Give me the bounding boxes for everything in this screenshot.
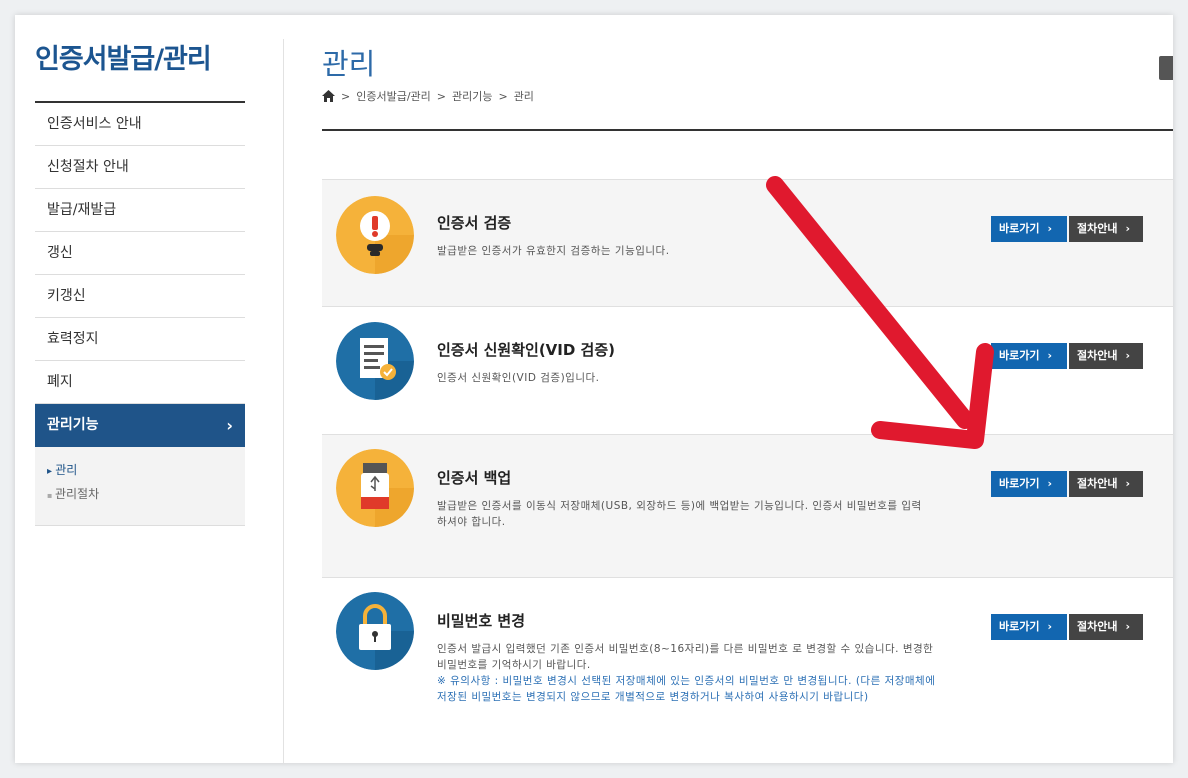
chevron-right-icon: › (1047, 222, 1053, 235)
procedure-button-label: 절차안내 (1077, 349, 1118, 362)
procedure-button-label: 절차안내 (1077, 477, 1118, 490)
breadcrumb-item[interactable]: 인증서발급/관리 (356, 88, 431, 104)
card-vid: 인증서 신원확인(VID 검증) 인증서 신원확인(VID 검증)입니다. 바로… (322, 306, 1173, 434)
card-buttons: 바로가기 › 절차안내 › (991, 343, 1143, 369)
breadcrumb-item[interactable]: 관리기능 (452, 88, 492, 104)
page-frame: 인증서발급/관리 인증서비스 안내 신청절차 안내 발급/재발급 갱신 키갱신 … (15, 15, 1173, 763)
card-body: 인증서 신원확인(VID 검증) 인증서 신원확인(VID 검증)입니다. (437, 339, 937, 386)
card-buttons: 바로가기 › 절차안내 › (991, 614, 1143, 640)
breadcrumb: > 인증서발급/관리 > 관리기능 > 관리 (322, 88, 534, 104)
card-desc: 인증서 발급시 입력했던 기존 인증서 비밀번호(8~16자리)를 다른 비밀번… (437, 643, 934, 671)
chevron-right-icon: › (226, 416, 233, 435)
chevron-right-icon: › (1047, 477, 1053, 490)
chevron-right-icon: › (1047, 349, 1053, 362)
card-password: 비밀번호 변경 인증서 발급시 입력했던 기존 인증서 비밀번호(8~16자리)… (322, 577, 1173, 748)
go-button[interactable]: 바로가기 › (991, 343, 1067, 369)
breadcrumb-sep: > (436, 89, 446, 103)
card-title: 인증서 신원확인(VID 검증) (437, 341, 615, 359)
chevron-right-icon: › (1125, 620, 1131, 633)
function-list: 인증서 검증 발급받은 인증서가 유효한지 검증하는 기능입니다. 바로가기 › … (322, 179, 1173, 748)
card-title: 인증서 검증 (437, 214, 512, 232)
sidebar-item-service-guide[interactable]: 인증서비스 안내 (35, 103, 245, 146)
card-body: 인증서 백업 발급받은 인증서를 이동식 저장매체(USB, 외장하드 등)에 … (437, 467, 937, 530)
sidebar: 인증서발급/관리 인증서비스 안내 신청절차 안내 발급/재발급 갱신 키갱신 … (35, 15, 245, 526)
card-note: ※ 유의사항 : 비밀번호 변경시 선택된 저장매체에 있는 인증서의 비밀번호… (437, 675, 936, 703)
home-icon[interactable] (322, 90, 335, 102)
usb-icon (336, 449, 414, 527)
lock-icon (336, 592, 414, 670)
procedure-button[interactable]: 절차안내 › (1069, 614, 1143, 640)
chevron-right-icon: › (1125, 349, 1131, 362)
breadcrumb-sep: > (498, 89, 508, 103)
card-buttons: 바로가기 › 절차안내 › (991, 471, 1143, 497)
card-title: 비밀번호 변경 (437, 612, 526, 630)
go-button-label: 바로가기 (999, 620, 1040, 633)
alert-icon (336, 196, 414, 274)
sidebar-item-renew[interactable]: 갱신 (35, 232, 245, 275)
procedure-button[interactable]: 절차안내 › (1069, 471, 1143, 497)
sidebar-item-key-renew[interactable]: 키갱신 (35, 275, 245, 318)
procedure-button-label: 절차안내 (1077, 620, 1118, 633)
submenu-item-manage-procedure[interactable]: 관리절차 (47, 483, 233, 507)
page-title: 관리 (322, 47, 376, 81)
card-verify: 인증서 검증 발급받은 인증서가 유효한지 검증하는 기능입니다. 바로가기 › … (322, 179, 1173, 306)
card-body: 비밀번호 변경 인증서 발급시 입력했던 기존 인증서 비밀번호(8~16자리)… (437, 610, 937, 705)
submenu-item-manage[interactable]: 관리 (47, 459, 233, 483)
card-desc: 발급받은 인증서가 유효한지 검증하는 기능입니다. (437, 245, 670, 257)
sidebar-submenu: 관리 관리절차 (35, 447, 245, 526)
chevron-right-icon: › (1047, 620, 1053, 633)
sidebar-title: 인증서발급/관리 (35, 37, 245, 103)
sidebar-item-application-guide[interactable]: 신청절차 안내 (35, 146, 245, 189)
sidebar-item-management[interactable]: 관리기능 › (35, 404, 245, 447)
chevron-right-icon: › (1125, 477, 1131, 490)
card-title: 인증서 백업 (437, 469, 512, 487)
procedure-button[interactable]: 절차안내 › (1069, 343, 1143, 369)
sidebar-menu: 인증서비스 안내 신청절차 안내 발급/재발급 갱신 키갱신 효력정지 폐지 관… (35, 103, 245, 447)
go-button[interactable]: 바로가기 › (991, 614, 1067, 640)
sidebar-item-revoke[interactable]: 폐지 (35, 361, 245, 404)
breadcrumb-sep: > (341, 89, 351, 103)
sidebar-item-issue[interactable]: 발급/재발급 (35, 189, 245, 232)
sidebar-item-management-label: 관리기능 (47, 417, 99, 433)
sidebar-item-suspend[interactable]: 효력정지 (35, 318, 245, 361)
go-button[interactable]: 바로가기 › (991, 471, 1067, 497)
title-rule (322, 129, 1173, 131)
go-button-label: 바로가기 (999, 349, 1040, 362)
go-button[interactable]: 바로가기 › (991, 216, 1067, 242)
procedure-button[interactable]: 절차안내 › (1069, 216, 1143, 242)
divider (283, 39, 284, 763)
print-icon[interactable] (1159, 56, 1173, 80)
chevron-right-icon: › (1125, 222, 1131, 235)
card-desc: 발급받은 인증서를 이동식 저장매체(USB, 외장하드 등)에 백업받는 기능… (437, 500, 922, 528)
card-desc: 인증서 신원확인(VID 검증)입니다. (437, 372, 600, 384)
go-button-label: 바로가기 (999, 222, 1040, 235)
document-check-icon (336, 322, 414, 400)
card-body: 인증서 검증 발급받은 인증서가 유효한지 검증하는 기능입니다. (437, 212, 937, 259)
breadcrumb-item: 관리 (513, 90, 534, 103)
card-buttons: 바로가기 › 절차안내 › (991, 216, 1143, 242)
procedure-button-label: 절차안내 (1077, 222, 1118, 235)
go-button-label: 바로가기 (999, 477, 1040, 490)
card-backup: 인증서 백업 발급받은 인증서를 이동식 저장매체(USB, 외장하드 등)에 … (322, 434, 1173, 577)
